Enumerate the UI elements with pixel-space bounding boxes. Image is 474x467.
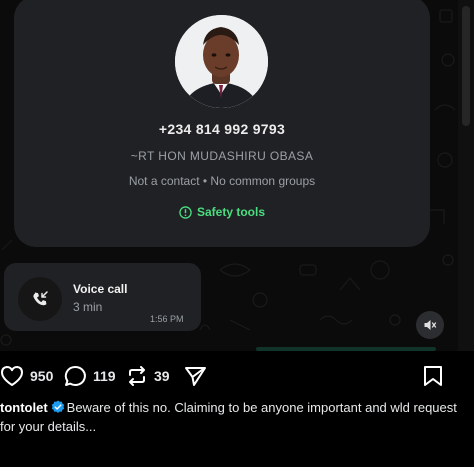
bookmark-icon <box>424 366 442 386</box>
avatar[interactable] <box>175 15 268 108</box>
incoming-call-icon <box>33 291 48 306</box>
shield-icon <box>179 205 192 219</box>
share-icon <box>185 367 206 386</box>
comment-icon <box>64 365 86 386</box>
safety-tools-link[interactable]: Safety tools <box>14 205 430 219</box>
verified-icon <box>51 400 64 413</box>
like-button[interactable]: 950 <box>0 365 53 387</box>
post-caption: tontolet Beware of this no. Claiming to b… <box>0 398 474 436</box>
avatar-image <box>175 15 268 108</box>
mute-button[interactable] <box>416 311 444 339</box>
call-duration: 3 min <box>73 300 103 314</box>
mute-icon <box>424 320 437 330</box>
call-type-label: Voice call <box>73 282 128 296</box>
repost-count: 39 <box>154 368 170 384</box>
contact-status: Not a contact • No common groups <box>128 174 316 188</box>
bookmark-button[interactable] <box>422 365 444 392</box>
safety-tools-label: Safety tools <box>196 205 265 219</box>
username-link[interactable]: tontolet <box>0 400 48 415</box>
call-timestamp: 1:56 PM <box>150 314 184 324</box>
contact-info-card: +234 814 992 9793 ~RT HON MUDASHIRU OBAS… <box>14 0 430 247</box>
call-icon-container <box>18 277 62 321</box>
heart-icon <box>1 366 23 386</box>
share-button[interactable] <box>184 365 207 387</box>
contact-phone-number: +234 814 992 9793 <box>158 121 286 137</box>
scrollbar[interactable] <box>458 0 474 351</box>
whatsapp-chat-screenshot: +234 814 992 9793 ~RT HON MUDASHIRU OBAS… <box>0 0 458 351</box>
caption-text: Beware of this no. Claiming to be anyone… <box>0 400 457 434</box>
scrollbar-thumb[interactable] <box>462 6 470 126</box>
repost-button[interactable]: 39 <box>126 365 170 387</box>
contact-display-name: ~RT HON MUDASHIRU OBASA <box>130 149 314 163</box>
voice-call-message[interactable]: Voice call 3 min 1:56 PM <box>4 263 201 331</box>
message-input-edge <box>256 347 436 351</box>
like-count: 950 <box>30 368 54 384</box>
repost-icon <box>129 366 145 386</box>
comment-count: 119 <box>93 368 116 384</box>
comment-button[interactable]: 119 <box>64 365 116 387</box>
post-action-bar: 950 119 39 <box>0 359 474 391</box>
